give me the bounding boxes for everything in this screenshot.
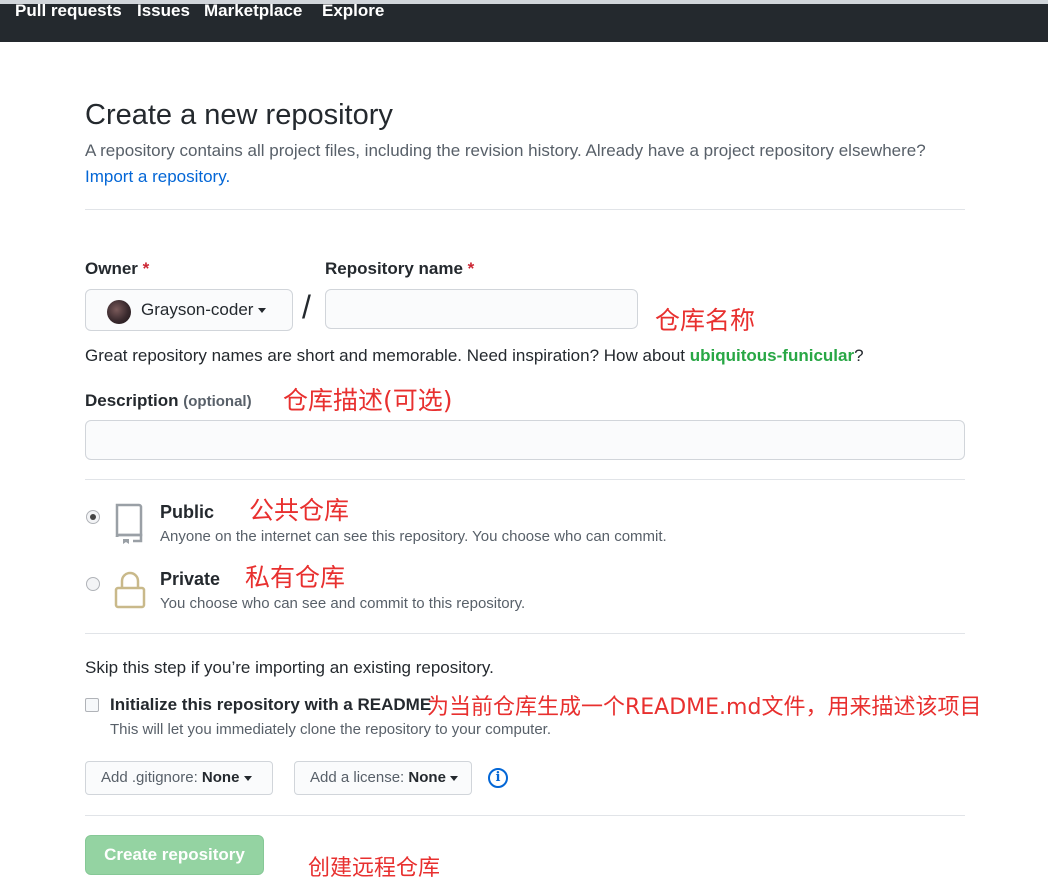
owner-name-text: Grayson-coder xyxy=(141,300,254,319)
import-repository-link[interactable]: Import a repository. xyxy=(85,167,230,187)
divider xyxy=(85,633,965,634)
hint-text: Great repository names are short and mem… xyxy=(85,346,686,365)
license-prefix: Add a license: xyxy=(310,769,405,786)
repo-name-hint: Great repository names are short and mem… xyxy=(85,346,864,366)
chevron-down-icon xyxy=(258,308,267,314)
nav-issues[interactable]: Issues xyxy=(137,1,190,21)
repo-name-label-text: Repository name xyxy=(325,259,463,278)
info-icon[interactable]: i xyxy=(488,768,508,788)
public-title: Public xyxy=(160,502,215,522)
page-subtitle: A repository contains all project files,… xyxy=(85,141,926,160)
divider xyxy=(85,815,965,816)
private-radio[interactable] xyxy=(86,577,100,591)
public-desc: Anyone on the internet can see this repo… xyxy=(160,528,667,545)
readme-desc: This will let you immediately clone the … xyxy=(110,721,552,738)
annotation-description: 仓库描述(可选) xyxy=(283,386,453,415)
gitignore-prefix: Add .gitignore: xyxy=(101,769,198,786)
gitignore-value: None xyxy=(201,769,240,786)
owner-label-text: Owner xyxy=(85,259,138,278)
annotation-repo-name: 仓库名称 xyxy=(655,306,756,335)
hint-suffix: ? xyxy=(854,346,864,365)
description-label-text: Description xyxy=(85,391,179,410)
description-input[interactable] xyxy=(85,420,965,460)
annotation-create: 创建远程仓库 xyxy=(308,856,441,881)
readme-label[interactable]: Initialize this repository with a README xyxy=(110,695,431,715)
divider xyxy=(85,479,965,480)
public-radio[interactable] xyxy=(86,510,100,524)
top-nav-bar: Pull requests Issues Marketplace Explore xyxy=(0,0,1048,42)
annotation-private: 私有仓库 xyxy=(245,563,346,592)
required-mark: * xyxy=(467,259,475,278)
skip-step-text: Skip this step if you’re importing an ex… xyxy=(85,658,494,677)
owner-repo-separator: / xyxy=(302,289,311,325)
annotation-readme: 为当前仓库生成一个README.md文件，用来描述该项目 xyxy=(427,695,982,720)
required-mark: * xyxy=(142,259,150,278)
private-title: Private xyxy=(160,569,221,589)
annotation-public: 公共仓库 xyxy=(249,496,350,525)
owner-select-button[interactable]: Grayson-coder xyxy=(85,289,293,331)
description-label: Description (optional) xyxy=(85,391,252,411)
chevron-down-icon xyxy=(243,775,252,781)
lock-icon xyxy=(114,571,146,609)
repo-name-label: Repository name * xyxy=(325,259,474,279)
nav-explore[interactable]: Explore xyxy=(322,1,384,21)
owner-name: Grayson-coder xyxy=(141,300,267,320)
chevron-down-icon xyxy=(450,775,459,781)
private-desc: You choose who can see and commit to thi… xyxy=(160,595,526,612)
book-icon xyxy=(115,503,143,544)
optional-tag: (optional) xyxy=(183,393,252,410)
name-suggestion-link[interactable]: ubiquitous-funicular xyxy=(690,346,854,365)
readme-checkbox[interactable] xyxy=(85,698,99,712)
divider xyxy=(85,209,965,210)
owner-label: Owner * xyxy=(85,259,149,279)
page-title: Create a new repository xyxy=(85,99,393,131)
license-value: None xyxy=(408,769,446,786)
avatar xyxy=(107,300,131,324)
nav-pull-requests[interactable]: Pull requests xyxy=(15,1,122,21)
gitignore-select-button[interactable]: Add .gitignore: None xyxy=(85,761,273,795)
nav-marketplace[interactable]: Marketplace xyxy=(204,1,302,21)
repository-name-input[interactable] xyxy=(325,289,638,329)
license-select-button[interactable]: Add a license: None xyxy=(294,761,472,795)
create-repository-button[interactable]: Create repository xyxy=(85,835,264,875)
